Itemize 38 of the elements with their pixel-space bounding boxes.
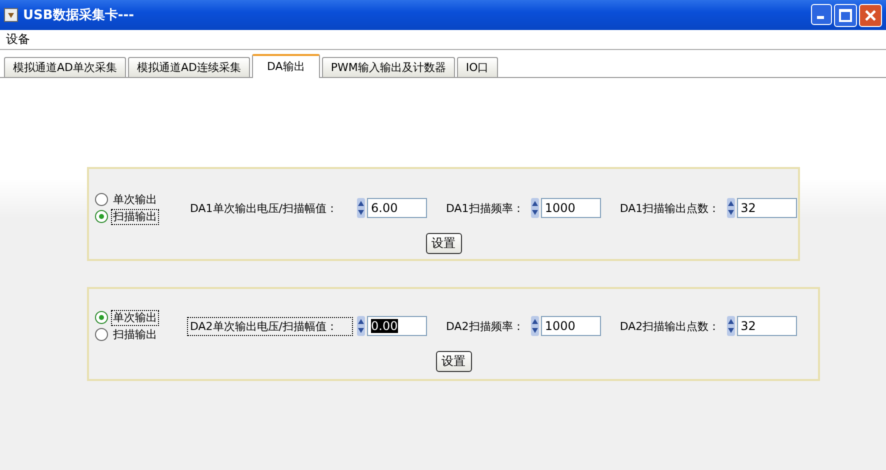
- field-label: DA1单次输出电压/扫描幅值：: [189, 200, 339, 216]
- set-button[interactable]: 设置: [426, 233, 462, 254]
- input-field[interactable]: 6.00: [367, 198, 427, 218]
- tab[interactable]: 模拟通道AD连续采集: [128, 57, 250, 77]
- minimize-icon: [817, 16, 824, 18]
- maximize-button[interactable]: [834, 4, 857, 26]
- spinner-icon[interactable]: [530, 316, 539, 336]
- field-label: DA1扫描输出点数：: [618, 200, 721, 216]
- radio-button[interactable]: [95, 311, 108, 324]
- input-field[interactable]: 0.00: [367, 316, 427, 336]
- spinner-icon[interactable]: [357, 316, 365, 336]
- tab[interactable]: IO口: [456, 57, 498, 77]
- radio-button[interactable]: [95, 210, 108, 223]
- spinner-icon[interactable]: [726, 198, 735, 218]
- tab[interactable]: DA输出: [252, 54, 320, 78]
- field-label: DA1扫描频率：: [445, 200, 525, 216]
- window-title: USB数据采集卡---: [23, 6, 134, 24]
- spinner-icon[interactable]: [357, 198, 365, 218]
- spinner-icon[interactable]: [726, 316, 735, 336]
- spinner-icon[interactable]: [530, 198, 539, 218]
- input-field[interactable]: 1000: [540, 316, 601, 336]
- close-button[interactable]: [859, 4, 882, 26]
- radio-label[interactable]: 单次输出: [111, 192, 159, 208]
- field-label: DA2单次输出电压/扫描幅值：: [187, 316, 353, 336]
- input-field[interactable]: 1000: [540, 198, 601, 218]
- app-icon: [4, 8, 18, 22]
- input-field[interactable]: 32: [736, 198, 797, 218]
- radio-label[interactable]: 扫描输出: [111, 326, 159, 342]
- menu-item[interactable]: 设备: [6, 31, 30, 48]
- radio-button[interactable]: [95, 328, 108, 341]
- tab[interactable]: PWM输入输出及计数器: [322, 57, 455, 77]
- tab[interactable]: 模拟通道AD单次采集: [4, 57, 126, 77]
- field-label: DA2扫描频率：: [445, 318, 525, 334]
- radio-button[interactable]: [95, 193, 108, 206]
- minimize-button[interactable]: [811, 4, 832, 24]
- field-label: DA2扫描输出点数：: [618, 318, 721, 334]
- input-field[interactable]: 32: [736, 316, 797, 336]
- set-button[interactable]: 设置: [436, 351, 472, 372]
